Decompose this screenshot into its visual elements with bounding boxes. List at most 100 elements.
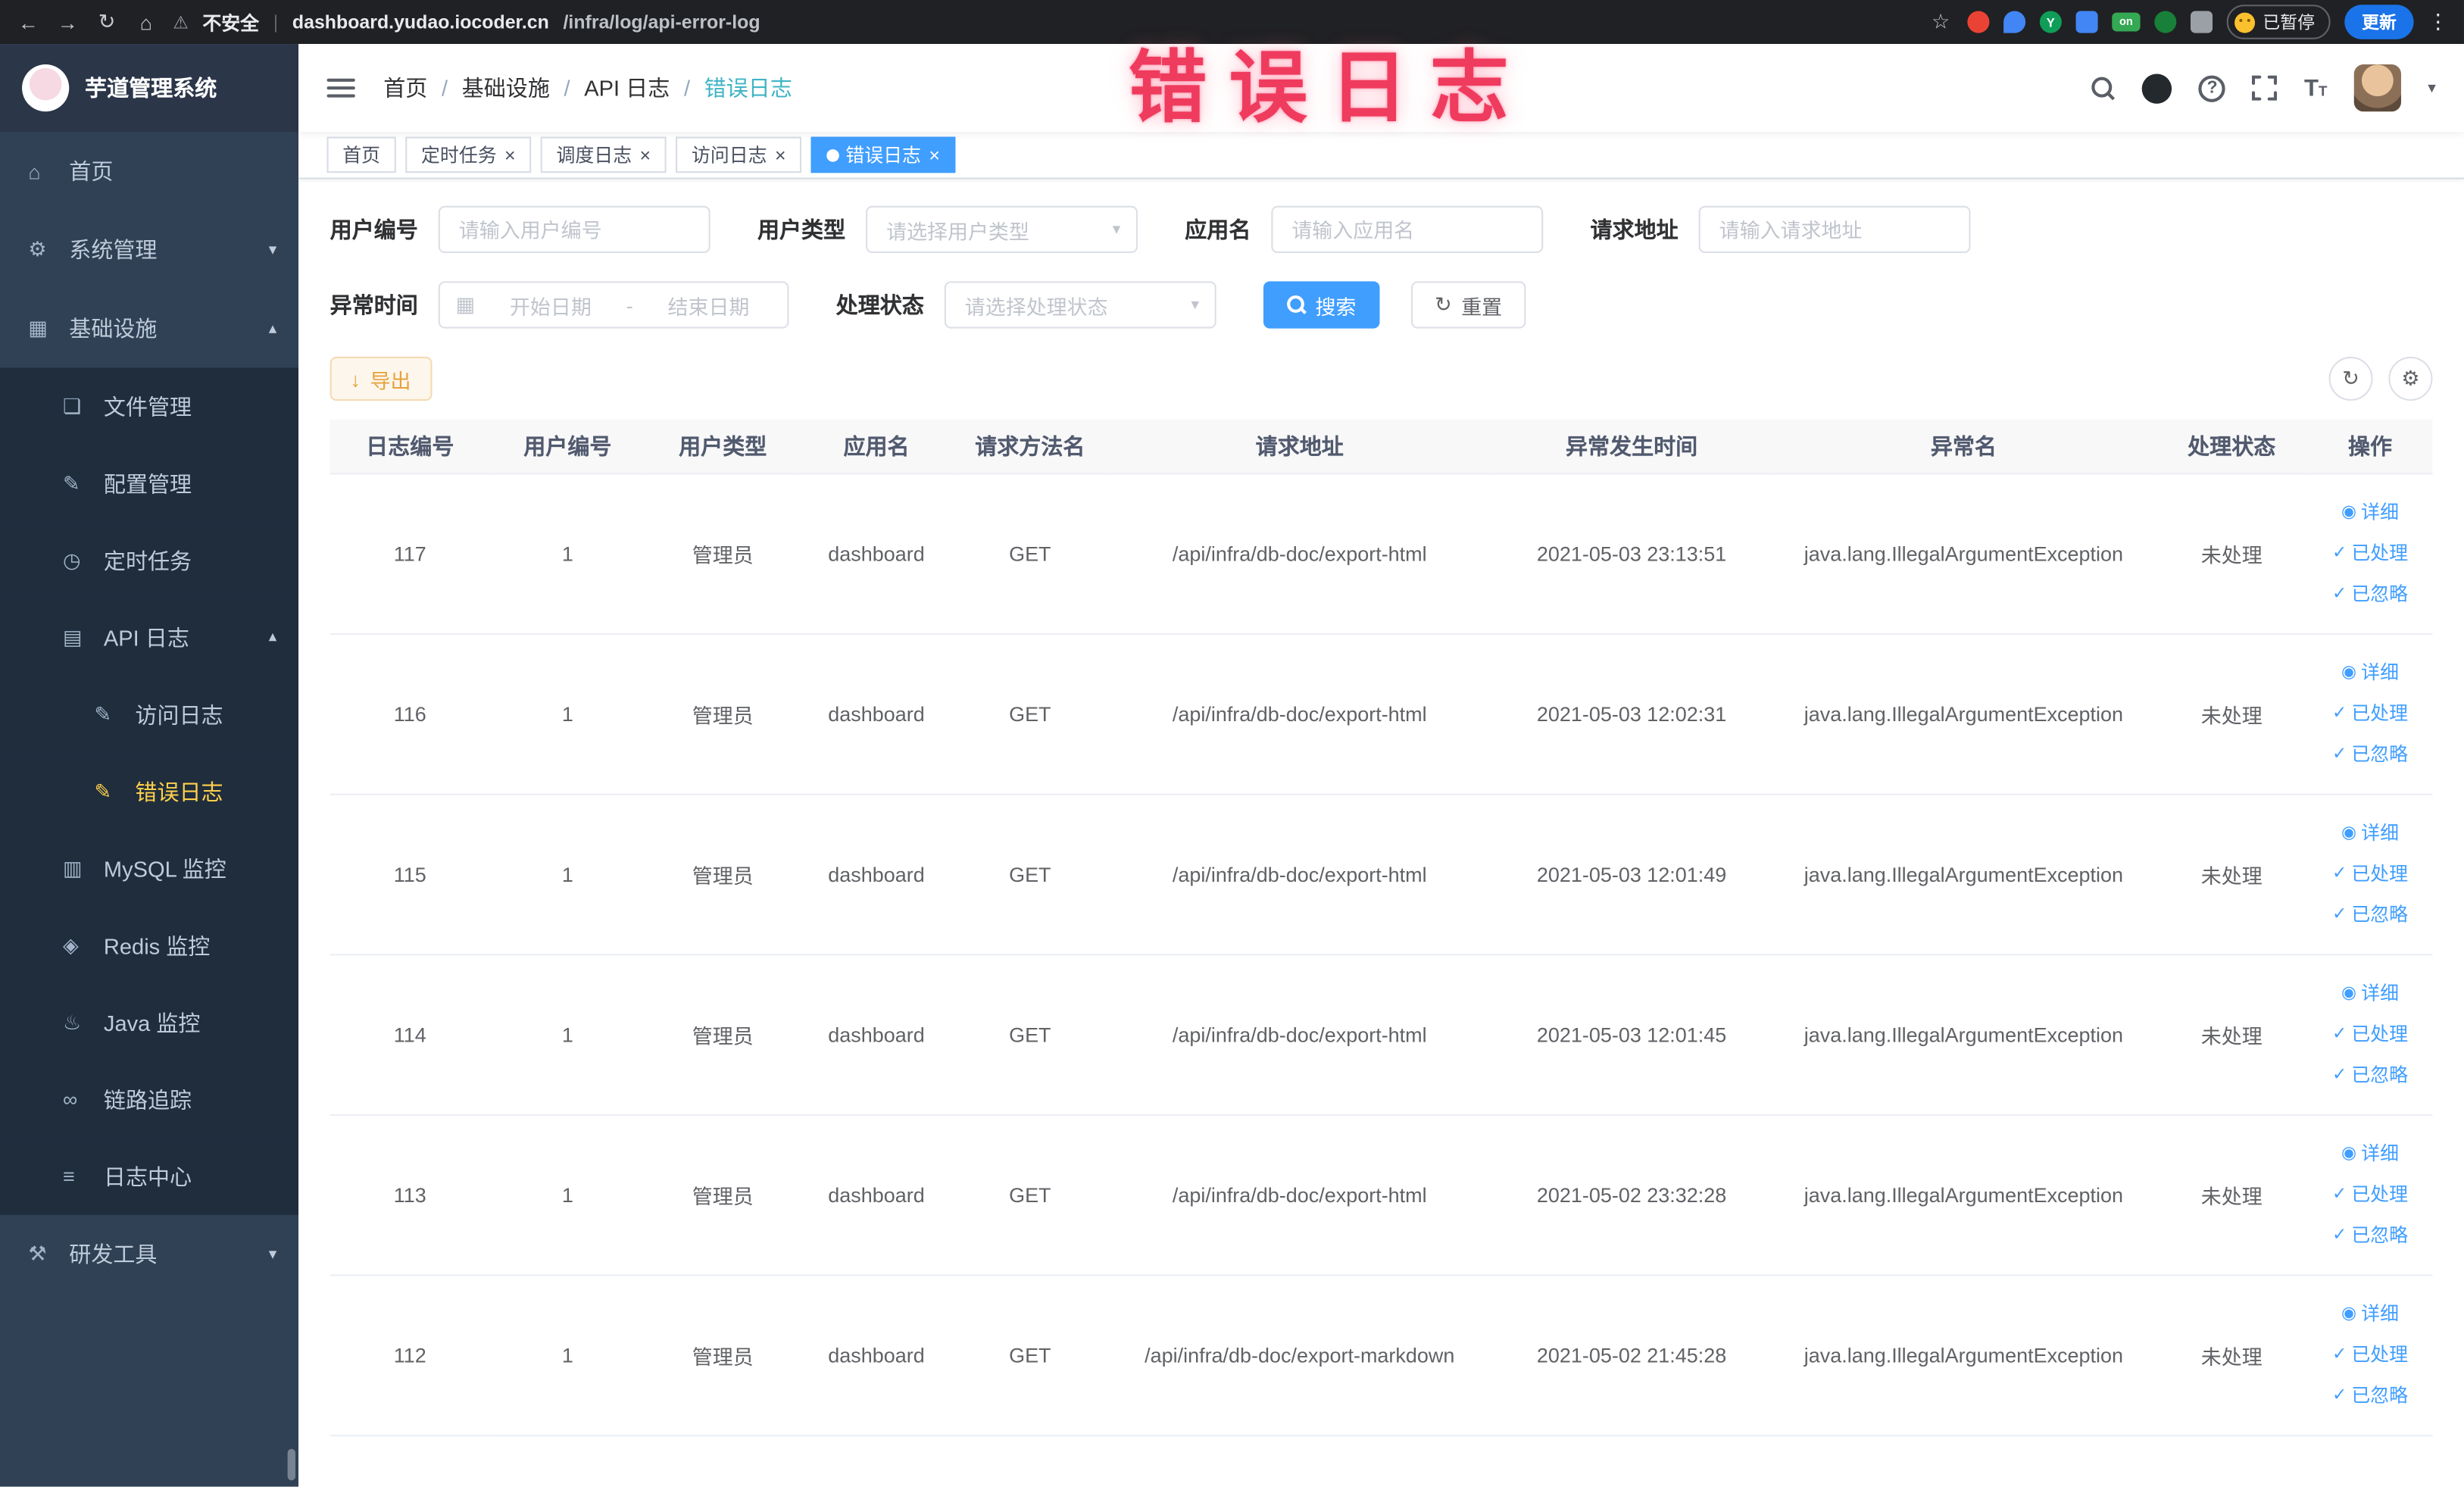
cell-url: /api/infra/db-doc/export-html: [1107, 633, 1492, 795]
tab-4[interactable]: 错误日志 ×: [810, 136, 956, 173]
process-status-select[interactable]: 请选择处理状态 ▾: [944, 281, 1216, 329]
refresh-button[interactable]: ↻: [2328, 356, 2373, 401]
url-domain[interactable]: dashboard.yudao.iocoder.cn: [292, 11, 549, 33]
gear-icon: ⚙: [28, 237, 47, 261]
sidebar-item-7[interactable]: ✎ 访问日志: [0, 676, 299, 753]
action-link-1[interactable]: ✓ 已处理: [2332, 533, 2408, 573]
settings-button[interactable]: ⚙: [2388, 356, 2433, 401]
back-icon[interactable]: ←: [16, 10, 41, 33]
sidebar-item-5[interactable]: ◷ 定时任务: [0, 521, 299, 599]
security-label[interactable]: 不安全: [202, 8, 259, 35]
redis-icon: ◈: [62, 932, 79, 957]
close-icon[interactable]: ×: [504, 145, 516, 164]
action-link-2[interactable]: ✓ 已忽略: [2332, 574, 2408, 614]
action-link-0[interactable]: ◉ 详细: [2341, 492, 2399, 532]
sidebar-logo[interactable]: 芋道管理系统: [0, 44, 299, 133]
action-link-2[interactable]: ✓ 已忽略: [2332, 1376, 2408, 1415]
action-link-0[interactable]: ◉ 详细: [2341, 1134, 2399, 1173]
reload-icon[interactable]: ↻: [94, 9, 119, 34]
request-url-input[interactable]: [1698, 205, 1971, 254]
action-label: 详细: [2361, 1142, 2400, 1164]
extension-red-icon[interactable]: [1967, 11, 1990, 33]
breadcrumb-item[interactable]: 错误日志: [704, 72, 792, 103]
tag-active-dot: [826, 148, 840, 161]
log-doc-icon: ✎: [94, 701, 112, 726]
tab-3[interactable]: 访问日志 ×: [676, 136, 802, 173]
extension-blue-drop-icon[interactable]: [2003, 11, 2026, 33]
help-icon[interactable]: ?: [2198, 74, 2226, 102]
breadcrumb-item[interactable]: 首页: [383, 72, 427, 103]
search-icon[interactable]: [2091, 76, 2116, 100]
extension-green-icon[interactable]: Y: [2039, 11, 2062, 33]
user-type-select[interactable]: 请选择用户类型 ▾: [866, 205, 1138, 254]
action-link-1[interactable]: ✓ 已处理: [2332, 694, 2408, 733]
cell-time: 2021-05-03 12:01:45: [1491, 954, 1772, 1115]
sidebar-item-12[interactable]: ∞ 链路追踪: [0, 1061, 299, 1139]
extension-pin-icon[interactable]: [2190, 11, 2213, 33]
bookmark-star-icon[interactable]: ☆: [1928, 9, 1953, 34]
font-size-icon[interactable]: TT: [2304, 75, 2327, 102]
sidebar-item-0[interactable]: ⌂ 首页: [0, 132, 298, 211]
close-icon[interactable]: ×: [639, 145, 651, 164]
action-link-0[interactable]: ◉ 详细: [2341, 653, 2399, 692]
action-link-0[interactable]: ◉ 详细: [2341, 814, 2399, 853]
dots-menu-icon[interactable]: ⋮: [2428, 9, 2448, 34]
export-button[interactable]: ↓ 导出: [329, 356, 432, 401]
action-link-1[interactable]: ✓ 已处理: [2332, 1175, 2408, 1214]
hamburger-icon[interactable]: [326, 78, 355, 98]
search-button-label: 搜索: [1315, 294, 1357, 319]
sidebar-item-8[interactable]: ✎ 错误日志: [0, 752, 299, 830]
extension-leaf-icon[interactable]: [2154, 11, 2177, 33]
action-link-1[interactable]: ✓ 已处理: [2332, 1335, 2408, 1374]
extension-grid-icon[interactable]: [2075, 11, 2098, 33]
check-icon: ✓: [2331, 744, 2347, 764]
action-link-2[interactable]: ✓ 已忽略: [2332, 1055, 2408, 1095]
tab-1[interactable]: 定时任务 ×: [405, 136, 532, 173]
view-icon: ◉: [2341, 662, 2356, 682]
close-icon[interactable]: ×: [929, 145, 940, 164]
action-link-2[interactable]: ✓ 已忽略: [2332, 1216, 2408, 1255]
avatar-caret-down-icon[interactable]: ▾: [2428, 80, 2435, 97]
user-id-input[interactable]: [438, 205, 710, 254]
breadcrumb-separator: /: [683, 75, 691, 101]
forward-icon[interactable]: →: [55, 10, 80, 33]
action-link-1[interactable]: ✓ 已处理: [2332, 1014, 2408, 1054]
extension-on-badge-icon[interactable]: on: [2112, 12, 2141, 32]
fullscreen-icon[interactable]: [2252, 75, 2278, 101]
url-path[interactable]: /infra/log/api-error-log: [564, 11, 760, 33]
sidebar-item-1[interactable]: ⚙ 系统管理 ▾: [0, 211, 298, 289]
paused-extension-button[interactable]: 已暂停: [2226, 5, 2331, 39]
github-icon[interactable]: [2142, 73, 2172, 103]
action-link-1[interactable]: ✓ 已处理: [2332, 854, 2408, 894]
action-link-0[interactable]: ◉ 详细: [2341, 973, 2399, 1013]
action-link-0[interactable]: ◉ 详细: [2341, 1294, 2399, 1333]
app-name-input[interactable]: [1271, 205, 1544, 254]
breadcrumb-item[interactable]: API 日志: [584, 72, 670, 103]
action-link-2[interactable]: ✓ 已忽略: [2332, 735, 2408, 774]
reset-button[interactable]: ↻ 重置: [1411, 281, 1526, 329]
sidebar: 芋道管理系统 ⌂ 首页 ⚙ 系统管理 ▾ ▦ 基础设施 ▴ ❏ 文件管理 ✎ 配置管理 ◷ 定时任务 ▤ AP…: [0, 44, 299, 1487]
sidebar-item-3[interactable]: ❏ 文件管理: [0, 367, 299, 445]
breadcrumb-item[interactable]: 基础设施: [462, 72, 550, 103]
cell-time: 2021-05-02 23:32:28: [1491, 1114, 1772, 1276]
sidebar-item-13[interactable]: ≡ 日志中心: [0, 1138, 299, 1215]
sidebar-item-4[interactable]: ✎ 配置管理: [0, 445, 299, 522]
sidebar-item-10[interactable]: ◈ Redis 监控: [0, 907, 299, 984]
search-button[interactable]: 搜索: [1263, 281, 1380, 329]
cell-app: dashboard: [800, 1274, 953, 1436]
sidebar-scrollbar[interactable]: [287, 1448, 296, 1481]
close-icon[interactable]: ×: [775, 145, 786, 164]
action-link-2[interactable]: ✓ 已忽略: [2332, 895, 2408, 934]
sidebar-item-2[interactable]: ▦ 基础设施 ▴: [0, 289, 298, 368]
sidebar-item-11[interactable]: ♨ Java 监控: [0, 983, 299, 1061]
sidebar-item-6[interactable]: ▤ API 日志 ▴: [0, 598, 299, 676]
cell-user-type: 管理员: [645, 1274, 801, 1436]
update-button[interactable]: 更新: [2344, 5, 2414, 39]
tab-2[interactable]: 调度日志 ×: [540, 136, 667, 173]
user-avatar[interactable]: [2353, 64, 2401, 112]
tab-0[interactable]: 首页: [326, 136, 396, 173]
browser-home-icon[interactable]: ⌂: [133, 10, 158, 33]
sidebar-item-9[interactable]: ▥ MySQL 监控: [0, 829, 299, 908]
sidebar-item-14[interactable]: ⚒ 研发工具 ▾: [0, 1215, 298, 1294]
date-range-picker[interactable]: ▦ 开始日期 - 结束日期: [438, 281, 789, 329]
